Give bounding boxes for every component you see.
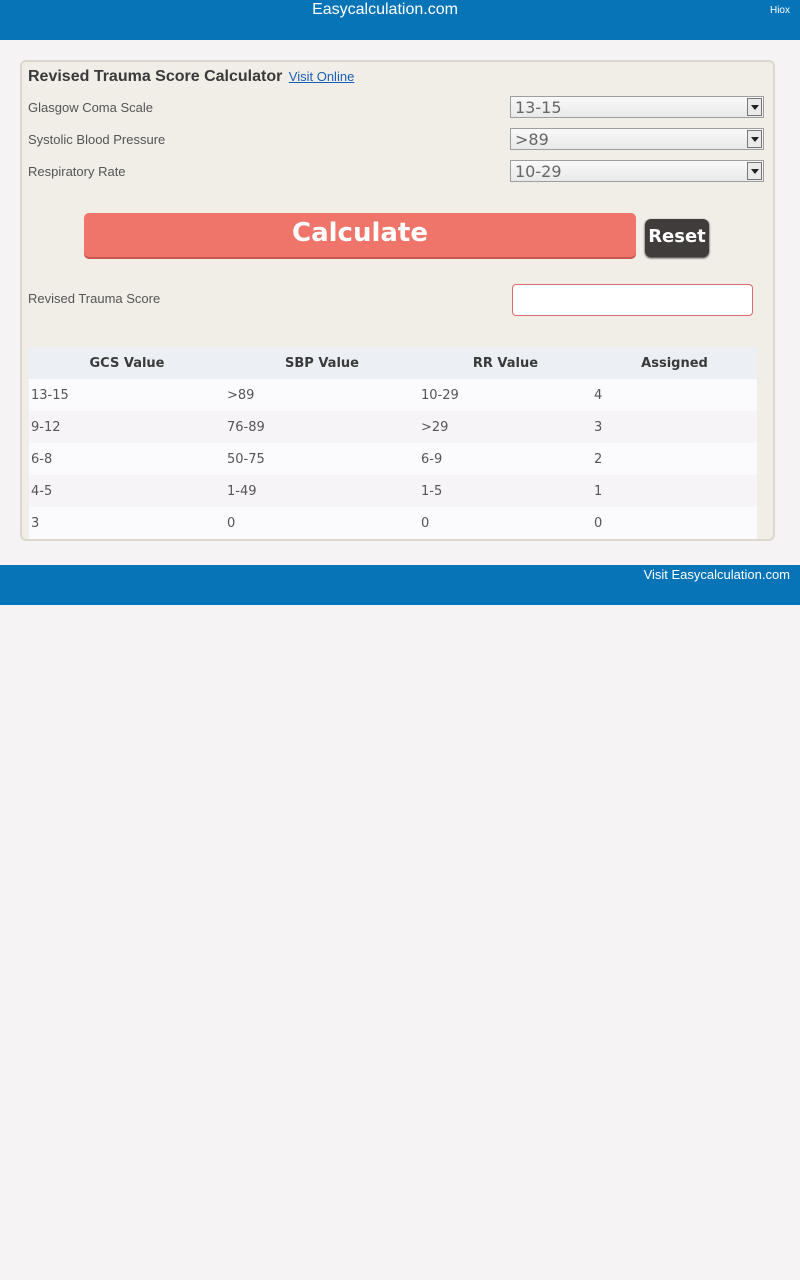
table-row: 6-8 50-75 6-9 2 — [29, 443, 757, 475]
rr-select[interactable]: 10-29 — [510, 160, 764, 182]
table-cell: 4-5 — [29, 475, 225, 507]
sbp-select[interactable]: >89 — [510, 128, 764, 150]
table-cell: 6-8 — [29, 443, 225, 475]
top-banner: Easycalculation.com Hiox — [0, 0, 800, 40]
table-cell: 13-15 — [29, 379, 225, 411]
table-cell: 2 — [592, 443, 757, 475]
table-cell: 1-49 — [225, 475, 419, 507]
sbp-label: Systolic Blood Pressure — [28, 132, 166, 147]
result-field[interactable] — [512, 284, 753, 316]
table-header: Assigned — [592, 347, 757, 379]
reset-button[interactable]: Reset — [645, 219, 709, 257]
visit-easycalculation-link[interactable]: Visit Easycalculation.com — [644, 567, 790, 582]
chevron-down-icon[interactable] — [747, 130, 762, 148]
gcs-label: Glasgow Coma Scale — [28, 100, 153, 115]
calculator-heading: Revised Trauma Score Calculator Visit On… — [28, 68, 354, 86]
calculator-panel: Revised Trauma Score Calculator Visit On… — [20, 60, 775, 541]
visit-online-link[interactable]: Visit Online — [289, 69, 355, 84]
site-title[interactable]: Easycalculation.com — [0, 1, 770, 19]
table-header-row: GCS Value SBP Value RR Value Assigned — [29, 347, 757, 379]
table-cell: >89 — [225, 379, 419, 411]
sbp-selected-value: >89 — [515, 130, 549, 149]
table-cell: 3 — [592, 411, 757, 443]
table-cell: 0 — [419, 507, 592, 539]
calculator-title: Revised Trauma Score Calculator — [28, 68, 283, 85]
calculate-button[interactable]: Calculate — [84, 213, 636, 257]
table-cell: 9-12 — [29, 411, 225, 443]
table-header: RR Value — [419, 347, 592, 379]
table-cell: >29 — [419, 411, 592, 443]
table-row: 4-5 1-49 1-5 1 — [29, 475, 757, 507]
table-row: 9-12 76-89 >29 3 — [29, 411, 757, 443]
table-cell: 4 — [592, 379, 757, 411]
table-cell: 10-29 — [419, 379, 592, 411]
rr-selected-value: 10-29 — [515, 162, 562, 181]
table-cell: 6-9 — [419, 443, 592, 475]
table-cell: 0 — [225, 507, 419, 539]
gcs-selected-value: 13-15 — [515, 98, 562, 117]
table-row: 13-15 >89 10-29 4 — [29, 379, 757, 411]
table-cell: 1-5 — [419, 475, 592, 507]
table-header: SBP Value — [225, 347, 419, 379]
table-cell: 76-89 — [225, 411, 419, 443]
chevron-down-icon[interactable] — [747, 98, 762, 116]
table-row: 3 0 0 0 — [29, 507, 757, 539]
table-cell: 1 — [592, 475, 757, 507]
table-cell: 50-75 — [225, 443, 419, 475]
rr-label: Respiratory Rate — [28, 164, 126, 179]
footer-bar: Visit Easycalculation.com — [0, 565, 800, 605]
table-cell: 3 — [29, 507, 225, 539]
table-header: GCS Value — [29, 347, 225, 379]
table-cell: 0 — [592, 507, 757, 539]
reference-table: GCS Value SBP Value RR Value Assigned 13… — [29, 347, 757, 539]
chevron-down-icon[interactable] — [747, 162, 762, 180]
result-label: Revised Trauma Score — [28, 291, 161, 306]
hiox-link[interactable]: Hiox — [770, 5, 790, 16]
gcs-select[interactable]: 13-15 — [510, 96, 764, 118]
